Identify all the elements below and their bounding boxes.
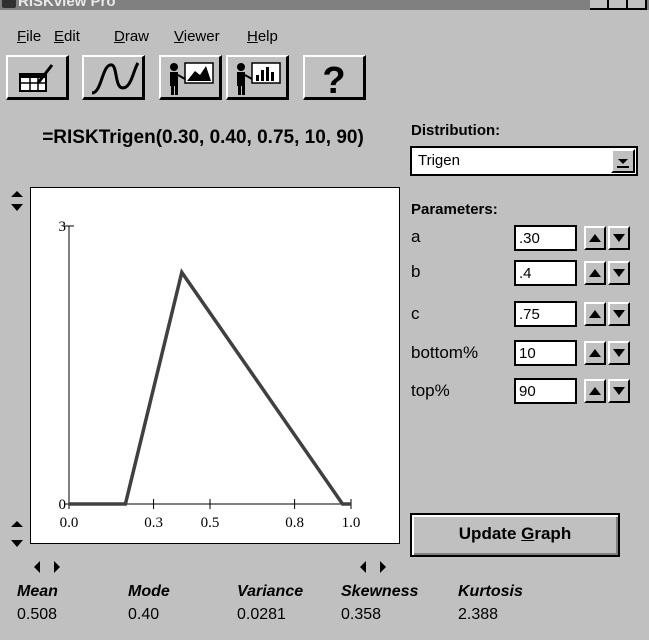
triangle-up-icon — [589, 310, 601, 318]
triangle-down-icon — [613, 349, 625, 357]
menu-help[interactable]: Help — [247, 28, 278, 45]
distribution-select[interactable]: Trigen — [410, 146, 638, 176]
upper-limit-arrows[interactable] — [10, 190, 24, 220]
close-button[interactable] — [628, 0, 647, 10]
x-tick-label: 0.5 — [201, 515, 220, 531]
stat-value-skewness: 0.358 — [341, 606, 382, 623]
distribution-value: Trigen — [418, 152, 460, 169]
stat-header-mode: Mode — [128, 583, 170, 600]
param-label-b: b — [411, 262, 421, 281]
distribution-graph: 0.0 0.3 0.5 0.8 1.0 0 3 — [30, 187, 400, 544]
curve-icon — [91, 62, 140, 95]
x-tick-label: 1.0 — [342, 515, 361, 531]
triangle-up-icon — [589, 387, 601, 395]
up-down-arrows-icon — [11, 521, 23, 547]
app-icon — [2, 0, 16, 8]
param-bottom-decrement[interactable] — [608, 341, 630, 365]
y-tick-label: 3 — [59, 219, 67, 235]
stat-header-mean: Mean — [17, 583, 58, 600]
density-chart: 0.0 0.3 0.5 0.8 1.0 0 3 — [59, 219, 361, 531]
left-right-arrows-icon — [360, 561, 386, 573]
param-input-a[interactable] — [514, 225, 577, 251]
triangle-up-icon — [589, 234, 601, 242]
density-curve — [69, 268, 351, 506]
dropdown-arrow-button[interactable] — [611, 149, 635, 173]
update-label-key: G — [521, 524, 535, 543]
svg-text:?: ? — [322, 60, 345, 97]
stat-value-kurtosis: 2.388 — [458, 606, 499, 623]
right-bound-arrows[interactable] — [359, 560, 389, 574]
chevron-down-icon — [617, 159, 629, 168]
stat-header-kurtosis: Kurtosis — [458, 583, 523, 600]
parameters-label: Parameters: — [411, 201, 498, 218]
stat-header-skewness: Skewness — [341, 583, 419, 600]
param-label-top: top% — [411, 381, 450, 400]
title-bar: RISKview Pro — [0, 0, 649, 10]
up-down-arrows-icon — [11, 191, 23, 211]
param-top-decrement[interactable] — [608, 379, 630, 403]
menu-viewer[interactable]: Viewer — [174, 28, 220, 45]
triangle-down-icon — [613, 269, 625, 277]
stat-value-mode: 0.40 — [128, 606, 160, 623]
param-c-decrement[interactable] — [608, 302, 630, 326]
presenter-bar-chart-icon — [237, 62, 281, 95]
x-tick-label: 0.3 — [144, 515, 163, 531]
menu-draw[interactable]: Draw — [114, 28, 149, 45]
param-input-b[interactable] — [514, 260, 577, 286]
param-label-bottom: bottom% — [411, 343, 479, 362]
density-view-button[interactable] — [159, 55, 222, 100]
x-tick-label: 0.0 — [60, 515, 79, 531]
menu-edit[interactable]: Edit — [54, 28, 80, 45]
triangle-up-icon — [589, 349, 601, 357]
param-input-top[interactable] — [514, 378, 577, 404]
left-right-arrows-icon — [34, 561, 60, 573]
maximize-button[interactable] — [609, 0, 628, 10]
triangle-down-icon — [613, 310, 625, 318]
left-bound-arrows[interactable] — [33, 560, 63, 574]
edit-table-button[interactable] — [6, 55, 69, 100]
triangle-down-icon — [613, 234, 625, 242]
update-graph-button[interactable]: Update Graph — [410, 513, 620, 557]
param-label-c: c — [411, 304, 420, 323]
param-bottom-increment[interactable] — [584, 341, 606, 365]
menu-file[interactable]: File — [17, 28, 41, 45]
param-input-bottom[interactable] — [514, 340, 577, 366]
y-tick-label: 0 — [59, 497, 67, 513]
help-button[interactable]: ? — [303, 55, 366, 100]
param-a-decrement[interactable] — [608, 226, 630, 250]
window-title: RISKview Pro — [18, 0, 116, 10]
table-edit-icon — [19, 64, 54, 92]
histogram-view-button[interactable] — [226, 55, 289, 100]
param-top-increment[interactable] — [584, 379, 606, 403]
param-b-decrement[interactable] — [608, 261, 630, 285]
param-a-increment[interactable] — [584, 226, 606, 250]
stat-value-mean: 0.508 — [17, 606, 58, 623]
presenter-area-chart-icon — [170, 62, 214, 95]
formula-text: =RISKTrigen(0.30, 0.40, 0.75, 10, 90) — [42, 127, 364, 148]
update-label-post: raph — [534, 524, 572, 543]
x-tick-label: 0.8 — [285, 515, 304, 531]
draw-curve-button[interactable] — [82, 55, 145, 100]
triangle-down-icon — [613, 387, 625, 395]
param-input-c[interactable] — [514, 301, 577, 327]
distribution-label: Distribution: — [411, 122, 501, 139]
lower-limit-arrows[interactable] — [10, 520, 24, 550]
stat-header-variance: Variance — [237, 583, 304, 600]
minimize-button[interactable] — [590, 0, 609, 10]
param-label-a: a — [411, 227, 421, 246]
param-c-increment[interactable] — [584, 302, 606, 326]
param-b-increment[interactable] — [584, 261, 606, 285]
question-mark-icon: ? — [322, 60, 345, 97]
stat-value-variance: 0.0281 — [237, 606, 286, 623]
update-label-pre: Update — [458, 524, 522, 543]
triangle-up-icon — [589, 269, 601, 277]
